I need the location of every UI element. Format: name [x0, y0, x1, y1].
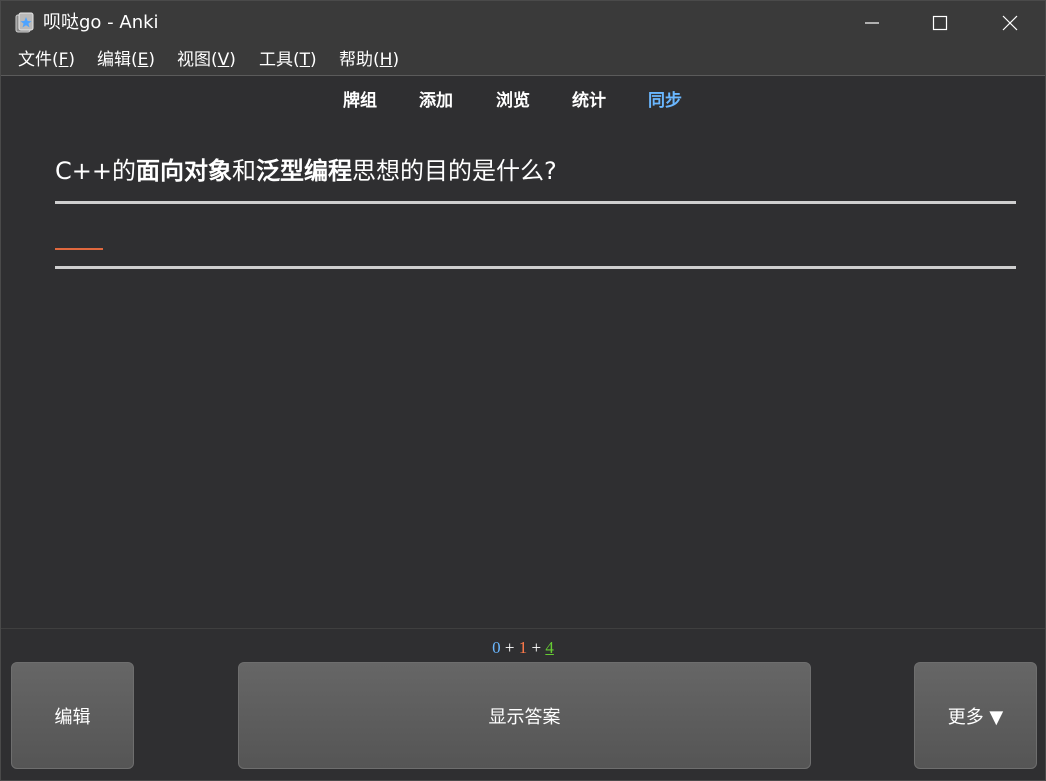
close-icon [1002, 15, 1018, 31]
menu-view[interactable]: 视图(V) [176, 49, 237, 71]
edit-button[interactable]: 编辑 [11, 662, 134, 769]
cloze-blank [55, 248, 103, 250]
more-button[interactable]: 更多 ▼ [914, 662, 1037, 769]
learning-count: 1 [518, 638, 528, 657]
due-counts: 0 + 1 + 4 [492, 638, 554, 657]
minimize-icon [865, 22, 879, 24]
new-count: 0 [492, 638, 501, 657]
menu-tools[interactable]: 工具(T) [258, 49, 318, 71]
window-title: 呗哒go - Anki [43, 12, 159, 33]
maximize-button[interactable] [905, 1, 975, 45]
nav-browse[interactable]: 浏览 [496, 89, 530, 113]
nav-add[interactable]: 添加 [419, 89, 453, 113]
menu-file[interactable]: 文件(F) [17, 49, 76, 71]
show-answer-button[interactable]: 显示答案 [238, 662, 811, 769]
nav-decks[interactable]: 牌组 [343, 89, 377, 113]
menu-bar: 文件(F) 编辑(E) 视图(V) 工具(T) 帮助(H) [1, 45, 1045, 76]
review-count: 4 [545, 638, 554, 657]
nav-stats[interactable]: 统计 [572, 89, 606, 113]
anki-star-icon [15, 12, 35, 34]
card-divider-top [55, 201, 1016, 204]
anki-window: 呗哒go - Anki 文件(F) 编辑(E) 视图(V) 工具(T) 帮助(H… [0, 0, 1046, 781]
top-nav: 牌组 添加 浏览 统计 同步 [1, 89, 1045, 113]
review-bottom-bar: 0 + 1 + 4 编辑 显示答案 更多 ▼ [1, 628, 1045, 780]
title-bar[interactable]: 呗哒go - Anki [1, 1, 1045, 45]
maximize-icon [932, 15, 948, 31]
menu-edit[interactable]: 编辑(E) [96, 49, 156, 71]
card-divider-bottom [55, 266, 1016, 269]
menu-help[interactable]: 帮助(H) [338, 49, 400, 71]
nav-sync[interactable]: 同步 [648, 89, 682, 113]
card-question: C++的面向对象和泛型编程思想的目的是什么? [55, 157, 557, 185]
minimize-button[interactable] [837, 1, 907, 45]
close-button[interactable] [975, 1, 1045, 45]
